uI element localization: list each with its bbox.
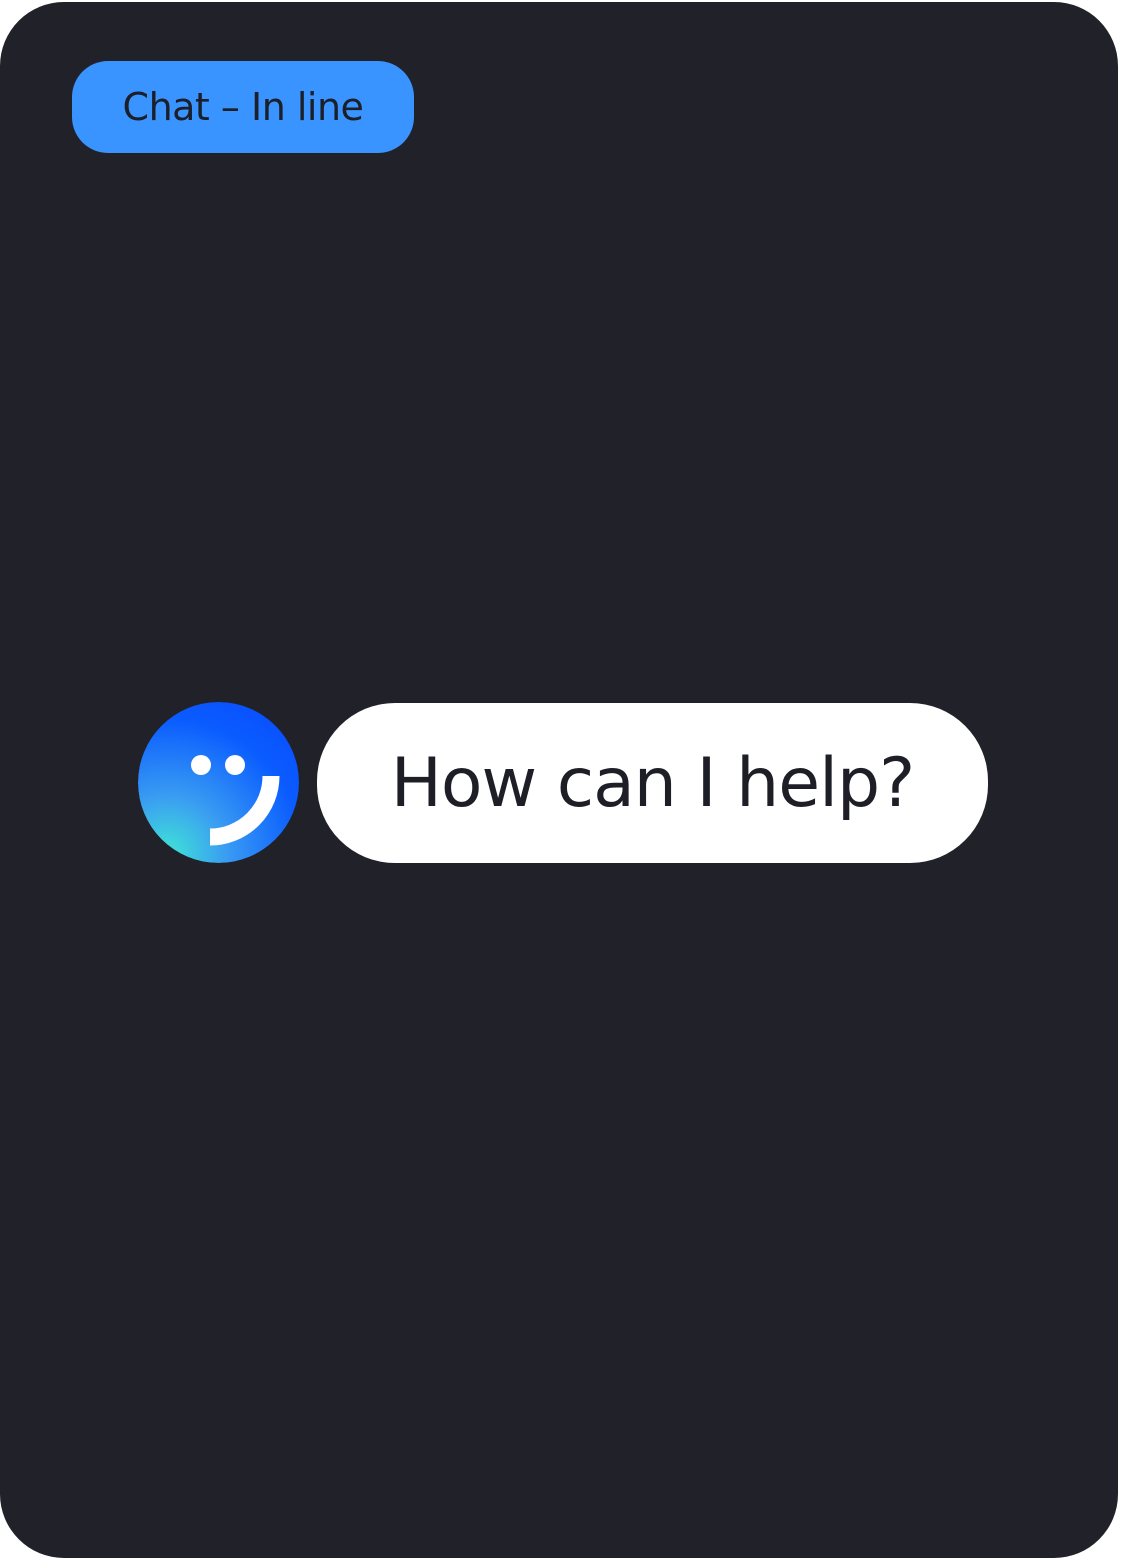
- smiley-right-eye: [225, 755, 245, 775]
- chat-bubble: How can I help?: [317, 703, 988, 863]
- variant-label-chip: Chat – In line: [72, 61, 414, 153]
- smiley-left-eye: [191, 755, 211, 775]
- smiley-icon: [138, 702, 299, 863]
- assistant-avatar: [138, 702, 299, 863]
- canvas-card: Chat – In line How can I help?: [0, 2, 1118, 1558]
